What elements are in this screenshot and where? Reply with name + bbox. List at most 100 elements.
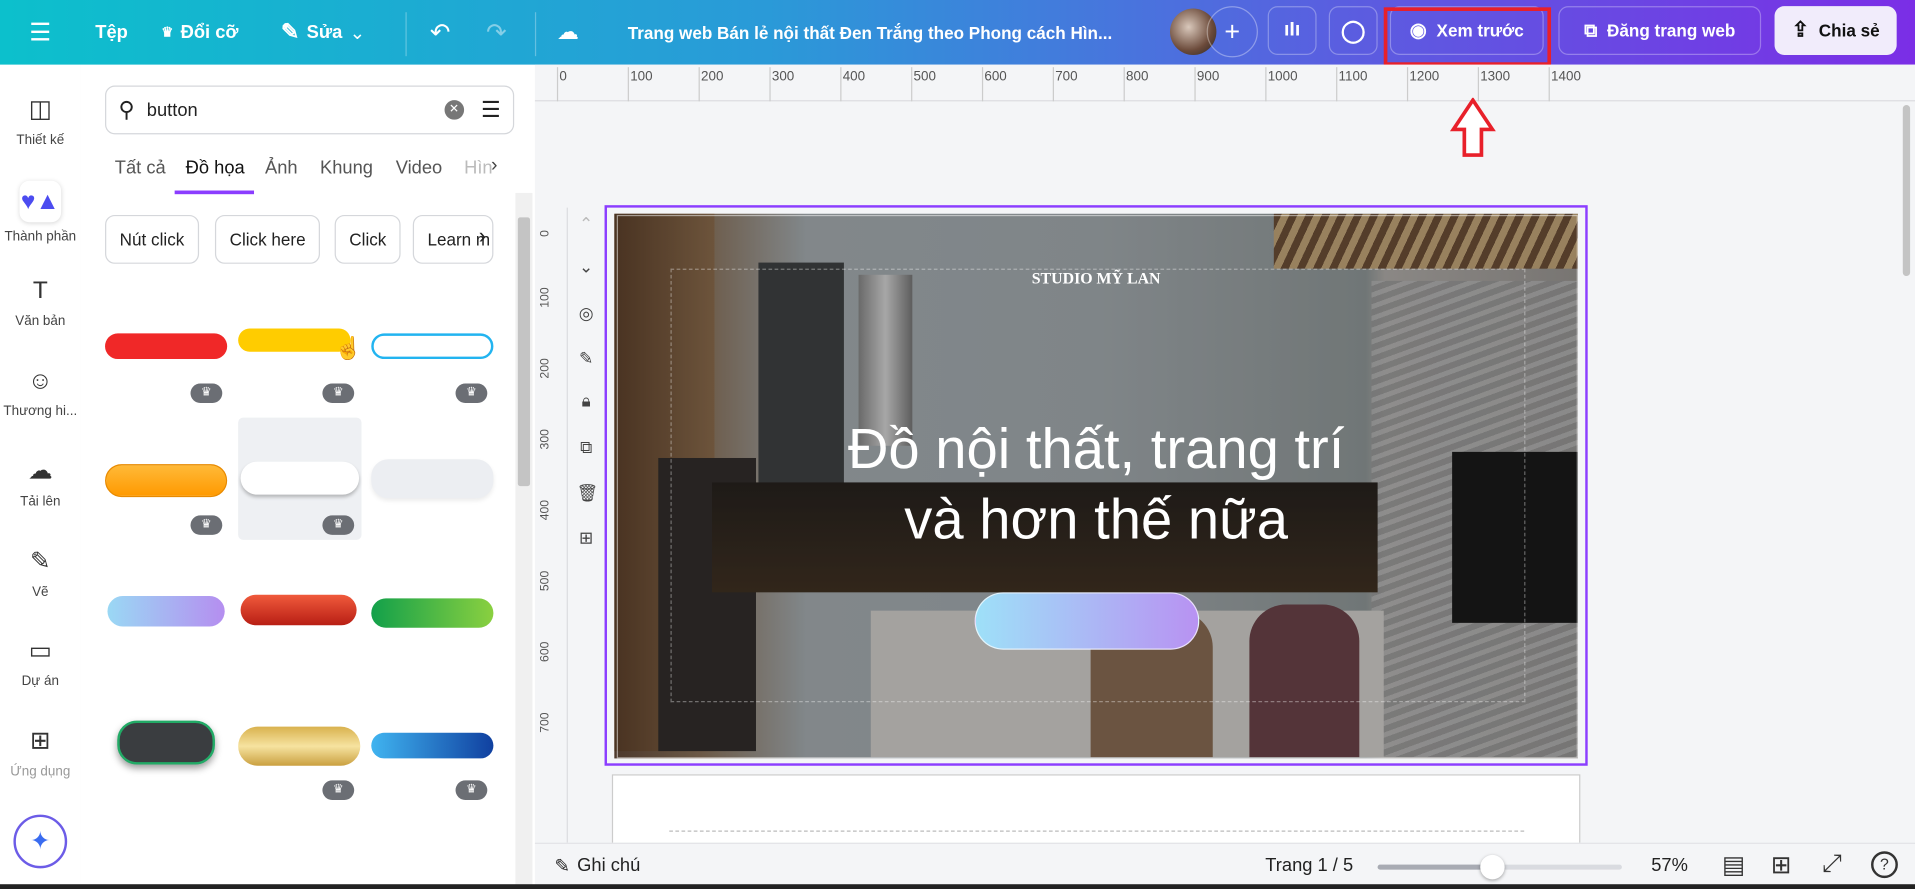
tab-all[interactable]: Tất cả [115, 158, 166, 179]
rail-item-apps[interactable]: ⊞ Ứng dụng [0, 725, 81, 779]
red-arrow-annotation [1449, 97, 1496, 157]
resize-button[interactable]: ♛ Đổi cỡ [161, 0, 238, 65]
headline[interactable]: Đồ nội thất, trang trí và hơn thế nữa [607, 413, 1585, 555]
search-input[interactable]: ⚲ button ✕ ☰ [105, 85, 515, 135]
ruler-tick-label: 500 [913, 69, 936, 85]
ruler-tick [981, 67, 984, 102]
pencil-icon: ✎ [280, 19, 300, 44]
tab-photos[interactable]: Ảnh [265, 158, 298, 179]
ruler-tick [911, 67, 913, 102]
graphic-pastel-button[interactable] [107, 595, 225, 627]
rail-label: Dự án [21, 674, 59, 689]
notes-button[interactable]: ✎ Ghi chú [554, 855, 640, 877]
layout-icon: ◫ [28, 96, 52, 124]
crown-icon: ♛ [161, 25, 174, 41]
add-collaborator-button[interactable]: + [1206, 6, 1258, 58]
zoom-level[interactable]: 57% [1651, 855, 1688, 876]
graphic-dark-button[interactable] [117, 720, 215, 765]
edit-notes-icon[interactable]: ✎ [576, 348, 596, 368]
website-icon: ⧉ [1584, 20, 1598, 41]
chip-click-here[interactable]: Click here [214, 214, 321, 264]
chip-nut-click[interactable]: Nút click [105, 214, 199, 264]
premium-crown-icon: ♛ [322, 515, 355, 535]
next-page[interactable] [611, 774, 1581, 848]
graphic-red-button[interactable] [105, 333, 228, 360]
cloud-saved-icon[interactable]: ☁ [557, 0, 579, 65]
headline-line-1: Đồ nội thất, trang trí [847, 416, 1345, 480]
ruler-tick [627, 67, 629, 102]
clear-icon[interactable]: ✕ [444, 100, 464, 120]
design-page[interactable]: STUDIO MỸ LAN Đồ nội thất, trang trí và … [604, 205, 1588, 766]
apps-icon: ⊞ [30, 727, 51, 755]
rail-item-projects[interactable]: ▭ Dự án [0, 635, 81, 689]
ruler-tick [1052, 67, 1054, 102]
rail-item-text[interactable]: T Văn bản [0, 275, 81, 329]
comment-button[interactable]: ◯ [1328, 6, 1378, 55]
graphic-grey-button[interactable] [371, 459, 494, 499]
canvas-scrollbar[interactable] [1902, 105, 1911, 277]
rail-item-brand[interactable]: ☺ Thương hi... [0, 365, 81, 419]
edit-menu[interactable]: ✎ Sửa ⌄ [281, 0, 365, 65]
cta-button-graphic[interactable] [974, 592, 1200, 650]
chevron-up-icon[interactable]: ⌃ [576, 214, 596, 234]
premium-crown-icon: ♛ [455, 780, 488, 800]
rail-label: Tải lên [20, 494, 61, 510]
chips-chevron-right-icon[interactable]: › [479, 223, 486, 249]
hide-icon[interactable]: ◎ [576, 303, 596, 323]
ruler-tick [1265, 67, 1267, 102]
tab-videos[interactable]: Video [396, 158, 443, 179]
tab-graphics[interactable]: Đồ họa [186, 158, 245, 179]
graphic-white-button[interactable] [240, 461, 360, 495]
rail-item-design[interactable]: ◫ Thiết kế [0, 94, 81, 147]
undo-icon[interactable]: ↶ [430, 0, 450, 65]
grid-view-icon[interactable]: ⊞ [1771, 850, 1791, 881]
chip-click[interactable]: Click [334, 214, 402, 264]
panel-scrollbar[interactable] [515, 192, 533, 889]
publish-website-button[interactable]: ⧉ Đăng trang web [1558, 6, 1762, 55]
ruler-tick-label: 600 [984, 69, 1007, 85]
notes-label: Ghi chú [577, 854, 641, 876]
magic-assistant-button[interactable]: ✦ [13, 814, 68, 869]
ruler-tick-label: 200 [538, 358, 553, 379]
zoom-slider-handle[interactable] [1480, 854, 1505, 880]
ruler-tick-label: 800 [1126, 69, 1149, 85]
page-indicator[interactable]: Trang 1 / 5 [1265, 855, 1353, 876]
zoom-slider[interactable] [1377, 854, 1622, 880]
ruler-tick-label: 1400 [1551, 69, 1581, 85]
help-icon[interactable]: ? [1871, 851, 1898, 879]
brand-name[interactable]: STUDIO MỸ LAN [607, 269, 1585, 289]
hand-cursor-icon: ☝ [334, 335, 363, 361]
ruler-tick-label: 1000 [1267, 69, 1298, 85]
duplicate-icon[interactable]: ⧉ [576, 437, 596, 457]
rail-label: Văn bản [15, 313, 66, 329]
tab-frames[interactable]: Khung [320, 158, 373, 179]
add-page-icon[interactable]: ⊞ [576, 528, 596, 548]
active-tab-underline [174, 190, 255, 195]
rail-item-draw[interactable]: ✎ Vẽ [0, 546, 81, 599]
filter-icon[interactable]: ☰ [481, 97, 501, 123]
rail-item-uploads[interactable]: ☁ Tải lên [0, 456, 81, 510]
ruler-tick-label: 200 [701, 69, 724, 85]
insights-button[interactable]: ıIı [1267, 6, 1317, 55]
graphic-gold-button[interactable] [238, 726, 361, 766]
folder-icon: ▭ [28, 637, 52, 665]
redo-icon[interactable]: ↷ [486, 0, 506, 65]
graphic-green-button[interactable] [371, 598, 494, 628]
graphic-outline-button[interactable] [371, 333, 494, 360]
share-button[interactable]: ⇪ Chia sẻ [1774, 6, 1897, 55]
file-menu[interactable]: Tệp [95, 0, 128, 65]
page-view-icon[interactable]: ▤ [1722, 850, 1745, 881]
tabs-chevron-right-icon[interactable]: › [491, 155, 498, 177]
tab-shapes[interactable]: Hìn [464, 158, 493, 179]
rail-item-elements[interactable]: ♥▲ Thành phần [0, 180, 81, 244]
chevron-down-icon[interactable]: ⌄ [576, 256, 596, 276]
fullscreen-icon[interactable]: ⤢ [1822, 850, 1842, 878]
trash-icon[interactable]: 🗑︎ [576, 482, 598, 502]
hamburger-icon[interactable]: ☰ [29, 0, 51, 65]
document-title[interactable]: Trang web Bán lẻ nội thất Đen Trắng theo… [628, 0, 1112, 65]
draw-icon: ✎ [30, 548, 51, 576]
graphic-red-gradient-button[interactable] [240, 594, 357, 626]
lock-icon[interactable]: 🔒︎ [576, 391, 596, 411]
graphic-blue-button[interactable] [371, 732, 494, 759]
graphic-orange-button[interactable] [105, 464, 228, 498]
